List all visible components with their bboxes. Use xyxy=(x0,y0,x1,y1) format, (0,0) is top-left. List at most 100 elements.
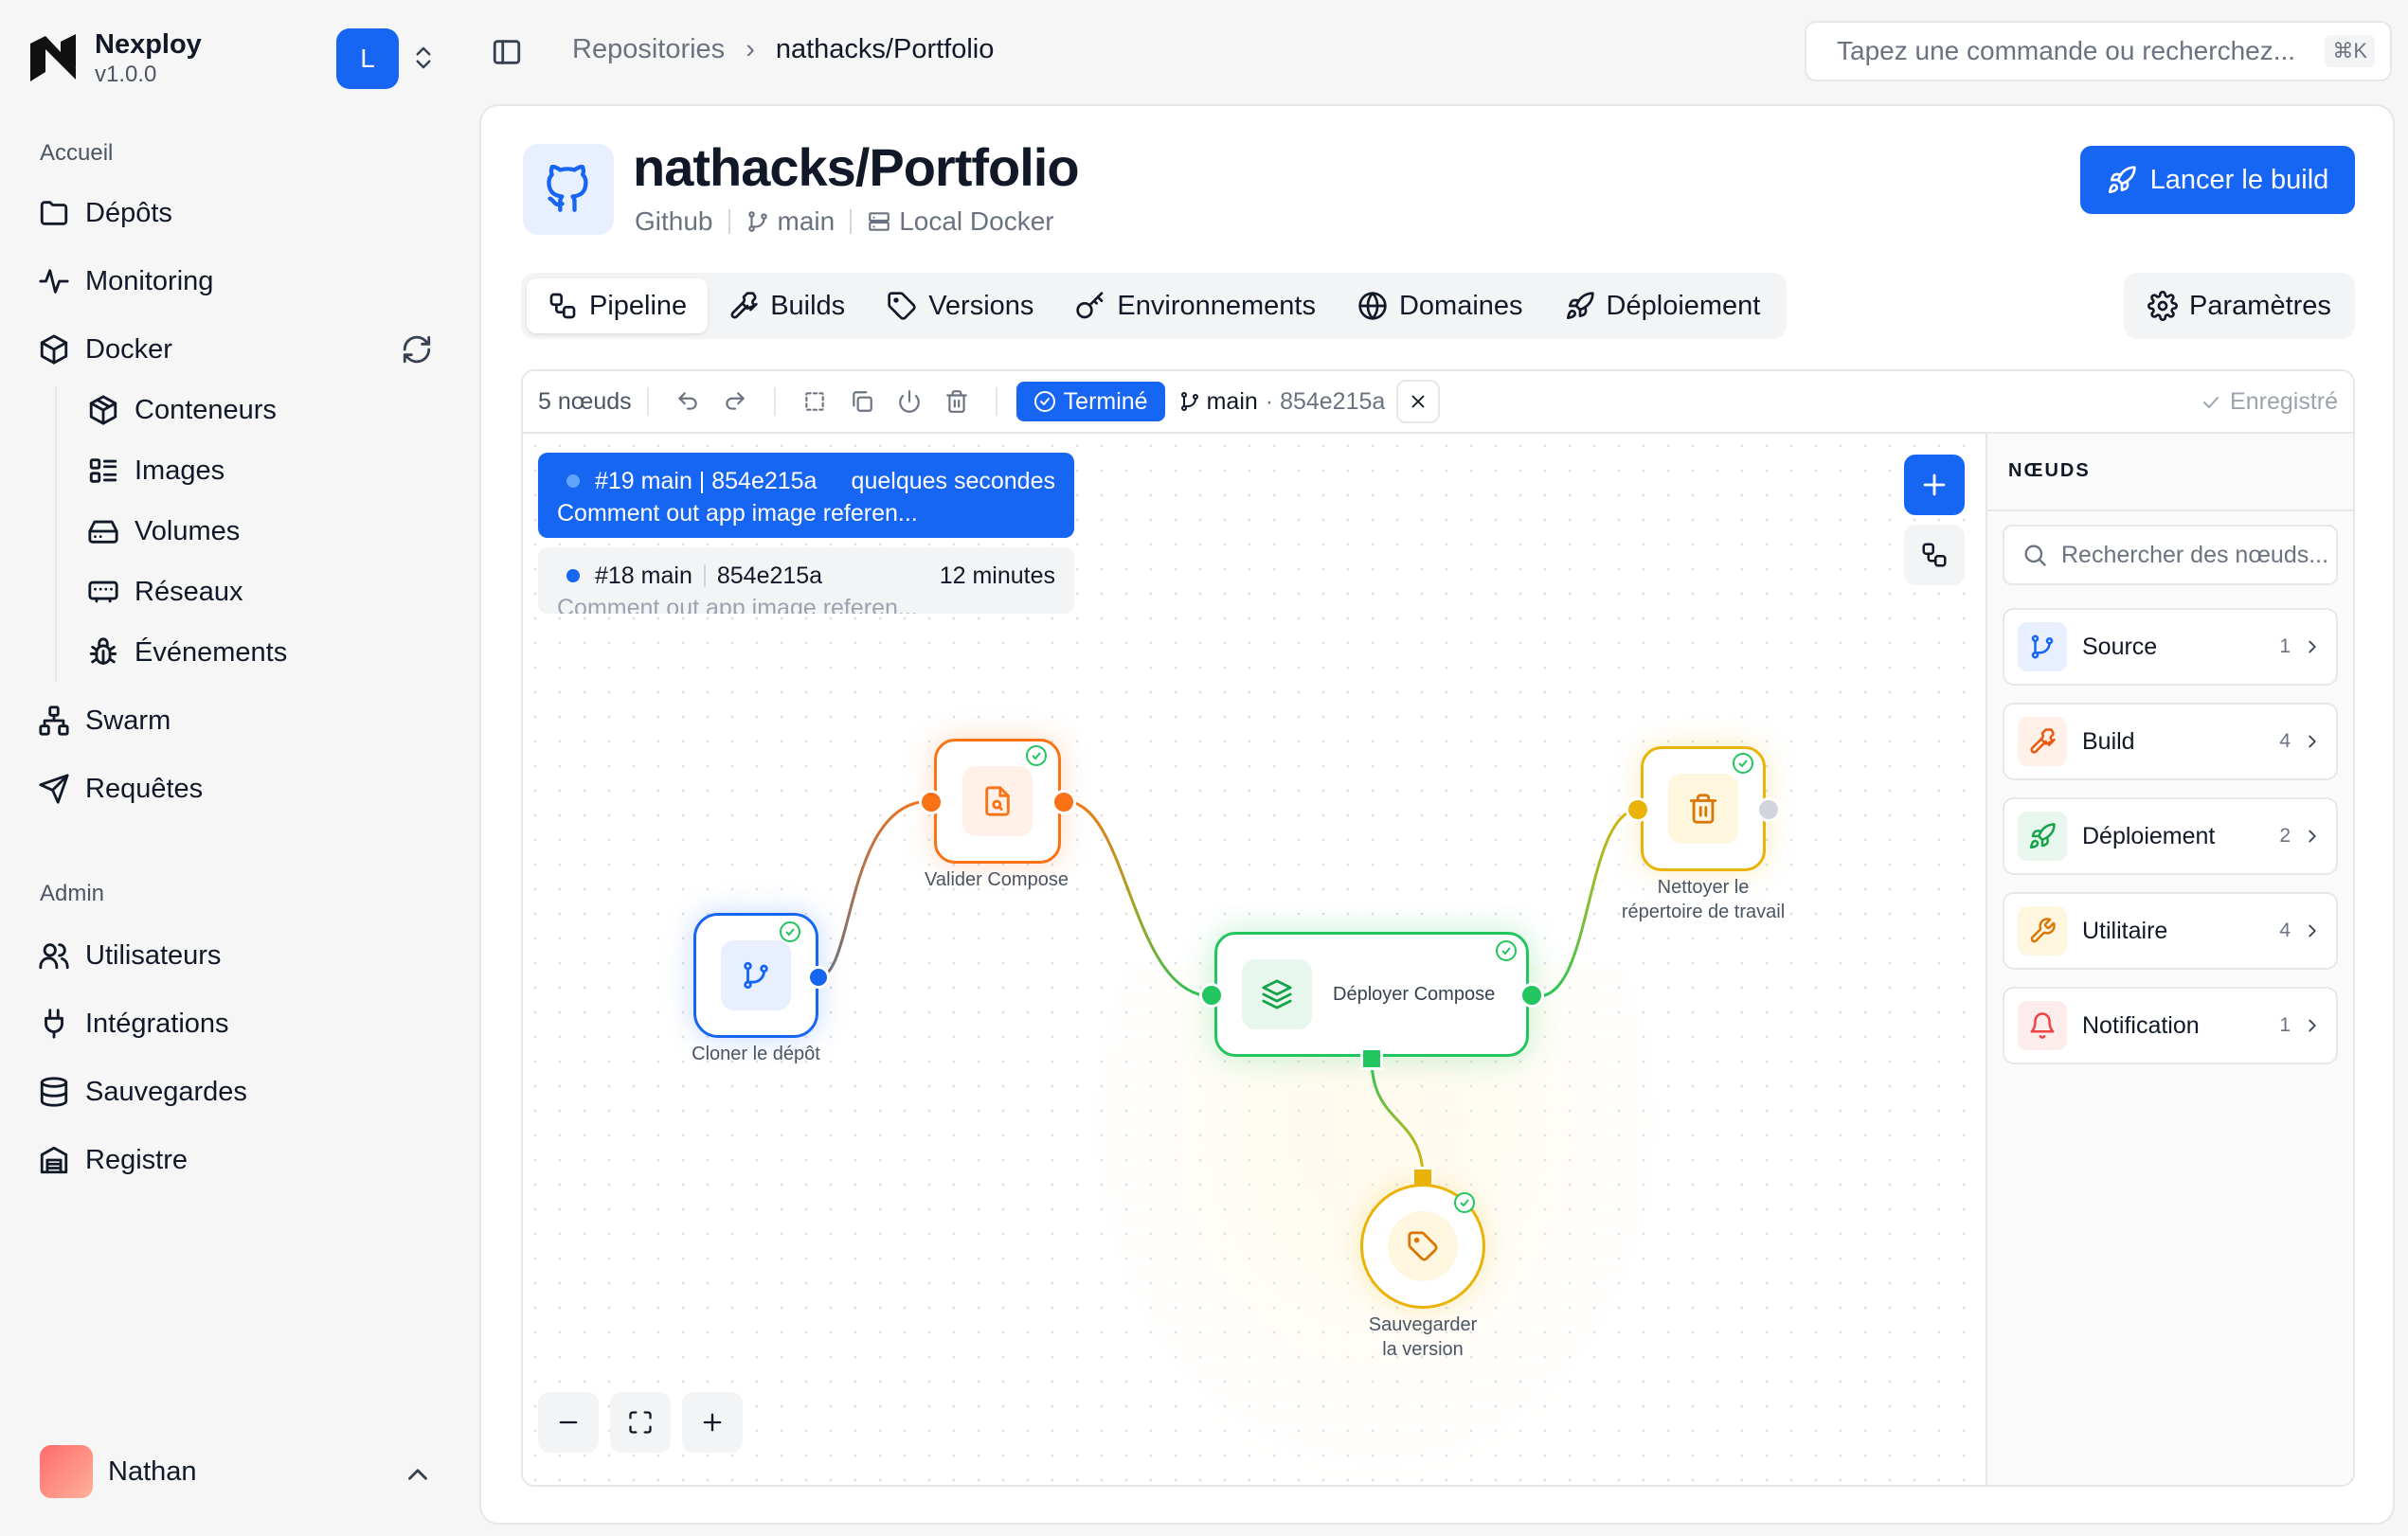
chevrons-up-down-icon[interactable] xyxy=(409,42,438,74)
sidebar-item-monitoring[interactable]: Monitoring xyxy=(38,258,213,305)
port-out[interactable] xyxy=(1756,797,1781,822)
repo-server: Local Docker xyxy=(899,206,1054,236)
activity-icon xyxy=(39,269,69,294)
main-panel: nathacks/Portfolio Github main Local Doc… xyxy=(479,104,2395,1525)
fit-view-button[interactable] xyxy=(610,1392,671,1453)
repo-meta: Github main Local Docker xyxy=(635,206,1054,237)
category-count: 2 xyxy=(2279,825,2291,847)
node-label: Valider Compose xyxy=(925,869,1069,890)
command-search-input[interactable]: Tapez une commande ou recherchez... ⌘K xyxy=(1805,21,2392,81)
git-branch-icon xyxy=(747,211,767,232)
port-bottom[interactable] xyxy=(1360,1047,1383,1070)
sidebar: Nexploy v1.0.0 L Accueil Dépôts Monitori… xyxy=(0,0,474,1536)
chevron-right-icon xyxy=(2309,1019,2316,1032)
port-in[interactable] xyxy=(1626,797,1650,822)
port-out[interactable] xyxy=(807,966,830,989)
category-count: 1 xyxy=(2279,1014,2291,1036)
check-circle-icon xyxy=(1026,745,1047,766)
sidebar-item-label: Images xyxy=(135,455,225,486)
sidebar-item-registre[interactable]: Registre xyxy=(38,1136,188,1184)
port-out[interactable] xyxy=(1519,983,1544,1008)
build-hash: · 854e215a xyxy=(1265,387,1386,415)
bell-icon xyxy=(2030,1012,2055,1039)
sidebar-item-depots[interactable]: Dépôts xyxy=(38,189,172,237)
category-deploiement[interactable]: Déploiement 2 xyxy=(2003,797,2338,875)
zoom-in-button[interactable] xyxy=(682,1392,743,1453)
nexploy-logo-icon xyxy=(30,34,76,81)
sidebar-item-conteneurs[interactable]: Conteneurs xyxy=(87,386,277,434)
sidebar-item-label: Conteneurs xyxy=(135,394,277,425)
section-admin: Admin xyxy=(40,881,105,906)
tab-deploiement[interactable]: Déploiement xyxy=(1544,278,1782,333)
repo-branch: main xyxy=(777,206,836,236)
bug-icon xyxy=(89,637,117,665)
trash-icon[interactable] xyxy=(944,389,969,414)
users-icon xyxy=(39,943,69,970)
chevron-up-icon[interactable] xyxy=(402,1458,434,1491)
section-home: Accueil xyxy=(40,140,114,166)
hard-drive-icon xyxy=(88,520,118,544)
sidebar-item-integrations[interactable]: Intégrations xyxy=(38,1000,229,1047)
search-icon xyxy=(2024,545,2046,566)
app-version: v1.0.0 xyxy=(95,62,157,87)
close-icon xyxy=(1411,395,1425,408)
sidebar-item-images[interactable]: Images xyxy=(87,447,225,494)
node-search-input[interactable]: Rechercher des nœuds... xyxy=(2003,525,2338,585)
sidebar-toggle-icon[interactable] xyxy=(491,36,523,68)
git-branch-icon xyxy=(2031,634,2054,659)
category-utilitaire[interactable]: Utilitaire 4 xyxy=(2003,892,2338,970)
node-deploy-compose[interactable]: Déployer Compose xyxy=(1214,932,1529,1057)
workspace-avatar[interactable]: L xyxy=(336,28,399,89)
tab-versions[interactable]: Versions xyxy=(866,278,1054,333)
port-in[interactable] xyxy=(919,790,943,814)
sidebar-item-reseaux[interactable]: Réseaux xyxy=(87,568,243,616)
git-branch-icon xyxy=(744,961,768,990)
copy-icon[interactable] xyxy=(850,389,874,414)
wrench-icon xyxy=(2030,918,2056,943)
port-in[interactable] xyxy=(1199,983,1224,1008)
pipeline-editor: 5 nœuds Terminé main · 854e215a Enregist… xyxy=(521,369,2355,1487)
tab-pipeline[interactable]: Pipeline xyxy=(527,278,709,333)
sidebar-item-sauvegardes[interactable]: Sauvegardes xyxy=(38,1068,247,1116)
undo-icon[interactable] xyxy=(675,389,700,414)
tab-environnements[interactable]: Environnements xyxy=(1054,278,1337,333)
node-label: Cloner le dépôt xyxy=(692,1044,820,1064)
power-icon[interactable] xyxy=(897,389,922,414)
breadcrumb-repositories[interactable]: Repositories xyxy=(572,34,725,65)
sidebar-item-requetes[interactable]: Requêtes xyxy=(38,765,203,813)
select-icon[interactable] xyxy=(802,389,827,414)
sidebar-item-swarm[interactable]: Swarm xyxy=(38,697,171,744)
category-label: Déploiement xyxy=(2082,822,2216,849)
port-out[interactable] xyxy=(1051,790,1076,814)
package-icon xyxy=(89,395,117,425)
hammer-icon xyxy=(2030,728,2056,754)
refresh-icon[interactable] xyxy=(401,333,433,366)
check-circle-icon xyxy=(780,921,800,942)
zoom-out-button[interactable] xyxy=(538,1392,599,1453)
sidebar-item-volumes[interactable]: Volumes xyxy=(87,508,240,555)
chevron-right-icon xyxy=(2309,735,2316,748)
sidebar-item-label: Monitoring xyxy=(85,265,214,296)
sidebar-item-evenements[interactable]: Événements xyxy=(87,629,287,676)
category-build[interactable]: Build 4 xyxy=(2003,703,2338,780)
settings-button[interactable]: Paramètres xyxy=(2124,273,2355,339)
layers-icon xyxy=(1262,979,1292,1009)
check-circle-icon xyxy=(1033,391,1055,412)
redo-icon[interactable] xyxy=(723,389,747,414)
sidebar-item-utilisateurs[interactable]: Utilisateurs xyxy=(38,932,221,979)
sidebar-item-docker[interactable]: Docker xyxy=(38,326,172,373)
category-source[interactable]: Source 1 xyxy=(2003,608,2338,686)
tab-domaines[interactable]: Domaines xyxy=(1337,278,1544,333)
user-menu[interactable]: Nathan xyxy=(40,1445,197,1498)
launch-build-button[interactable]: Lancer le build xyxy=(2080,146,2355,214)
category-notification[interactable]: Notification 1 xyxy=(2003,987,2338,1064)
brand[interactable]: Nexploy v1.0.0 xyxy=(25,28,202,89)
hammer-icon xyxy=(730,292,758,319)
close-build-button[interactable] xyxy=(1396,380,1441,423)
category-count: 4 xyxy=(2279,730,2291,752)
sidebar-item-label: Requêtes xyxy=(85,773,204,804)
sidebar-item-label: Intégrations xyxy=(85,1008,229,1039)
pipeline-canvas[interactable]: #19 main | 854e215a quelques secondes Co… xyxy=(523,434,1986,1485)
send-icon xyxy=(39,774,69,804)
tab-builds[interactable]: Builds xyxy=(708,278,866,333)
